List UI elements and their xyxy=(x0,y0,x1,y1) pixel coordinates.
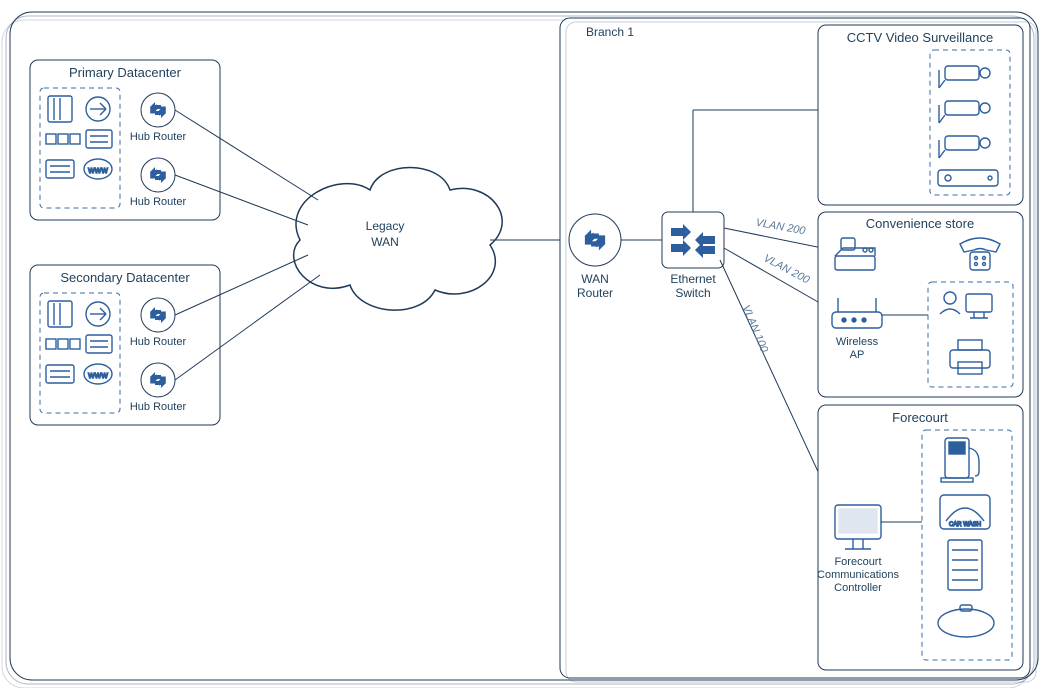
fcc-label-3: Controller xyxy=(834,582,882,594)
legacy-wan-cloud: Legacy WAN xyxy=(294,168,503,311)
wan-router-icon xyxy=(569,214,621,266)
primary-hub2-label: Hub Router xyxy=(130,196,187,208)
ap-label-2: AP xyxy=(850,349,865,361)
network-diagram: Primary Datacenter WWW Hub Router Hub Ro… xyxy=(0,0,1047,688)
branch-title: Branch 1 xyxy=(586,25,634,39)
convenience-store-box: Convenience store Wireless AP xyxy=(818,212,1023,397)
ethernet-switch-icon xyxy=(662,212,724,268)
ap-label-1: Wireless xyxy=(836,336,879,348)
wan-router-label-2: Router xyxy=(577,286,613,300)
secondary-dc-title: Secondary Datacenter xyxy=(60,270,190,285)
cctv-box: CCTV Video Surveillance xyxy=(818,25,1023,205)
fcc-label-2: Communications xyxy=(817,569,899,581)
store-title: Convenience store xyxy=(866,216,974,231)
svg-text:CAR WASH: CAR WASH xyxy=(949,522,981,528)
secondary-hub2-label: Hub Router xyxy=(130,401,187,413)
secondary-datacenter: Secondary Datacenter WWW Hub Router Hub … xyxy=(30,265,220,425)
svg-text:WWW: WWW xyxy=(88,168,108,175)
legacy-wan-label-1: Legacy xyxy=(366,219,405,233)
legacy-wan-label-2: WAN xyxy=(371,235,399,249)
wan-router-label-1: WAN xyxy=(581,272,609,286)
primary-datacenter: Primary Datacenter WWW Hub Router Hub Ro… xyxy=(30,60,220,220)
primary-hub1-label: Hub Router xyxy=(130,131,187,143)
primary-dc-title: Primary Datacenter xyxy=(69,65,182,80)
fcc-label-1: Forecourt xyxy=(834,556,881,568)
forecourt-box: Forecourt Forecourt Communications Contr… xyxy=(817,405,1023,670)
svg-text:WWW: WWW xyxy=(88,373,108,380)
secondary-hub1-label: Hub Router xyxy=(130,336,187,348)
forecourt-title: Forecourt xyxy=(892,410,948,425)
switch-label-1: Ethernet xyxy=(670,272,716,286)
cctv-title: CCTV Video Surveillance xyxy=(847,30,993,45)
switch-label-2: Switch xyxy=(675,286,710,300)
